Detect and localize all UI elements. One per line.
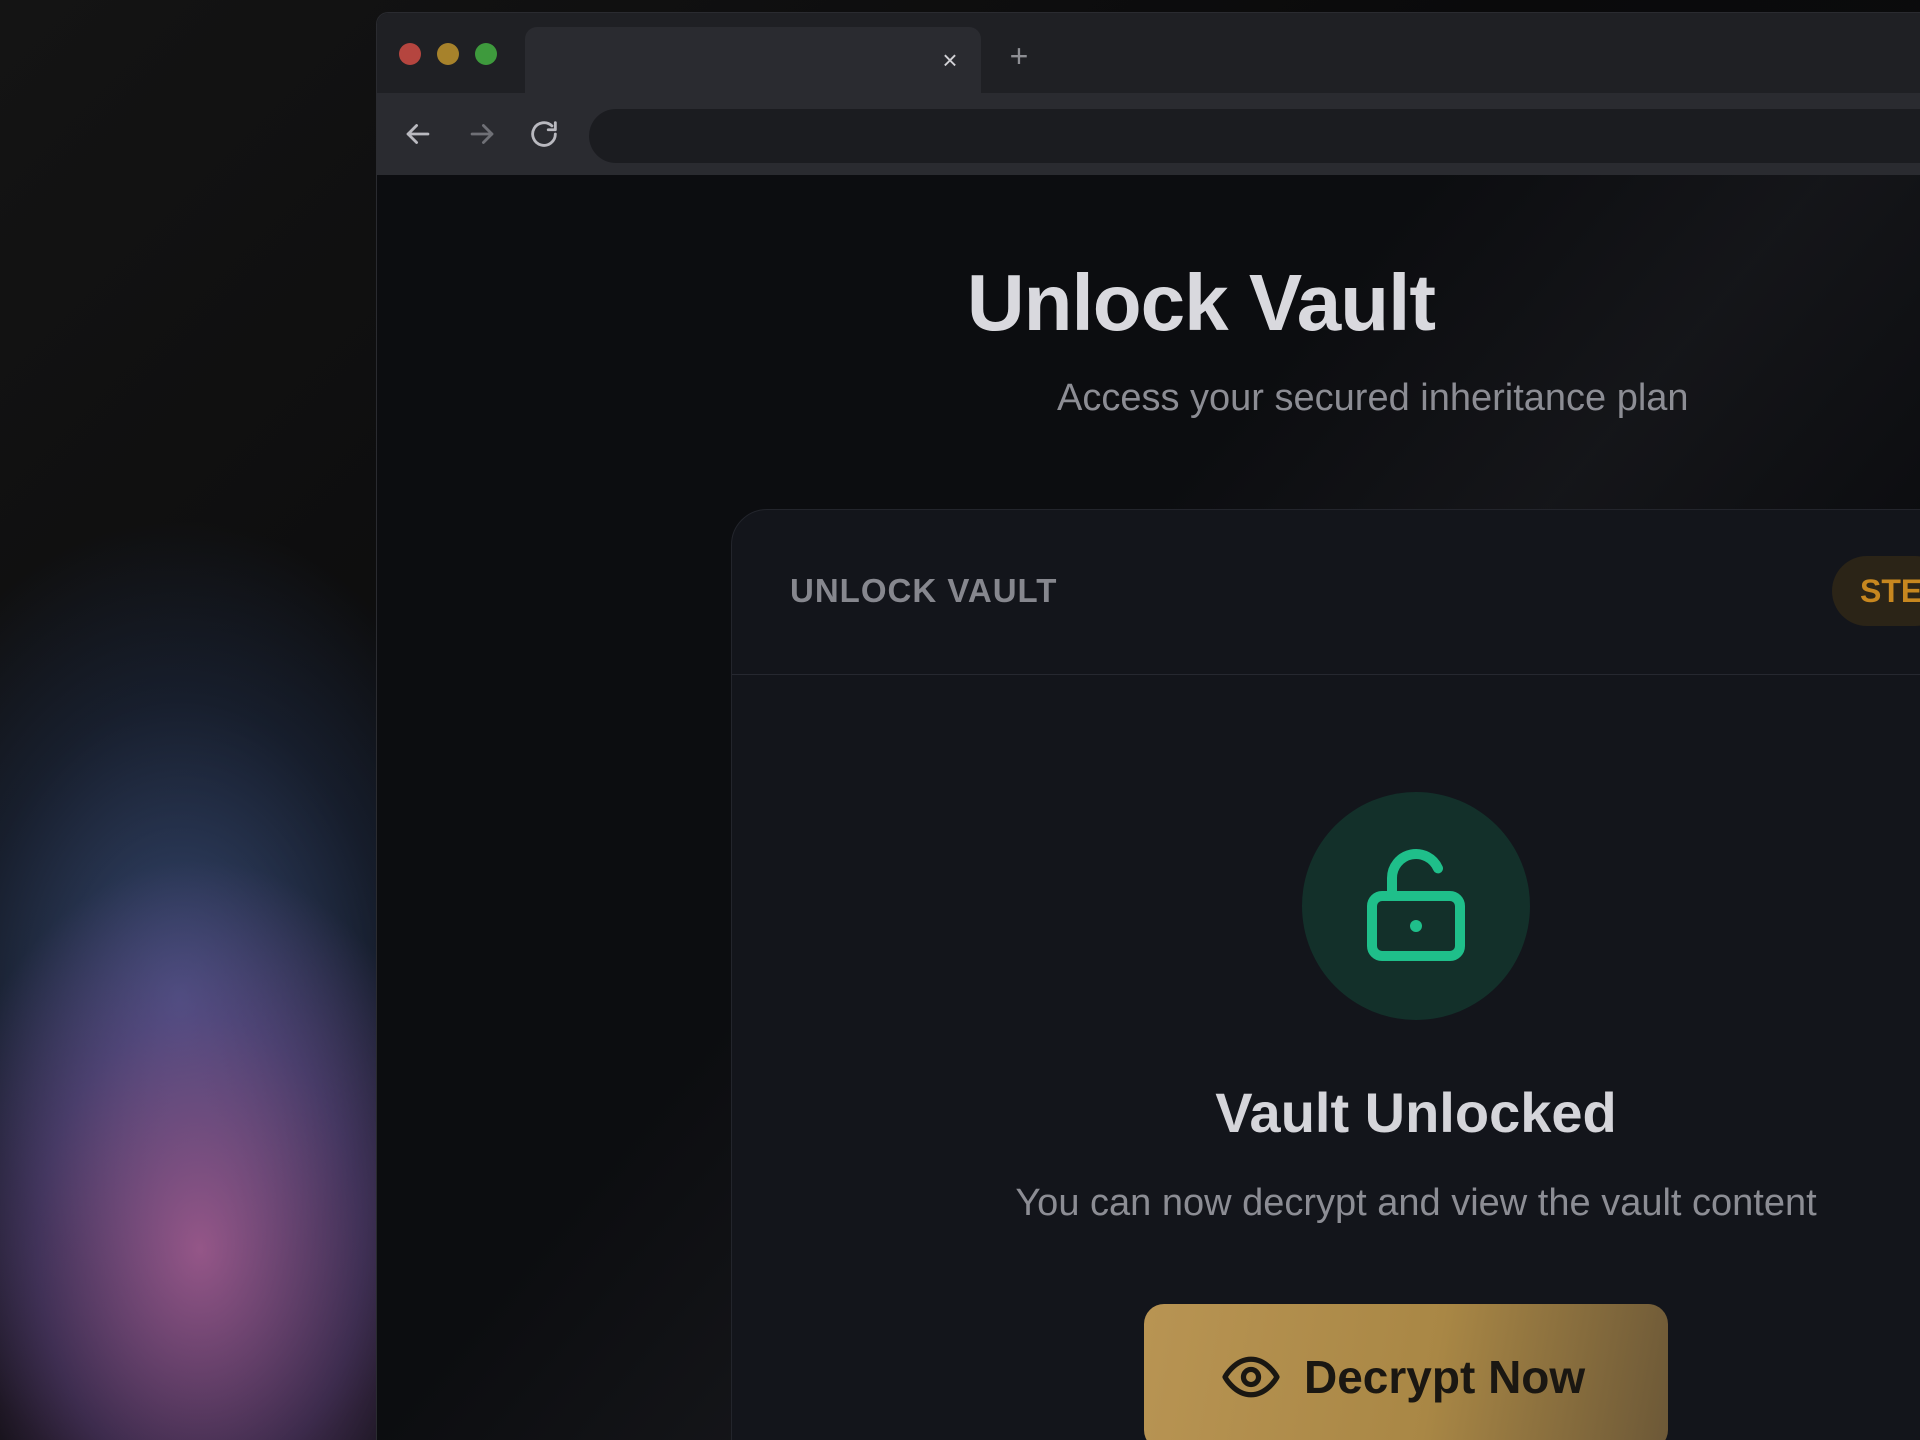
page-content: Unlock Vault Access your secured inherit… — [377, 175, 1920, 1440]
forward-button[interactable] — [465, 117, 499, 151]
back-button[interactable] — [401, 117, 435, 151]
close-icon[interactable]: × — [937, 47, 963, 73]
browser-toolbar — [377, 93, 1920, 176]
window-maximize-button[interactable] — [475, 43, 497, 65]
card-header: UNLOCK VAULT STE — [732, 510, 1920, 675]
arrow-left-icon — [406, 124, 430, 144]
decrypt-now-button[interactable]: Decrypt Now — [1144, 1304, 1668, 1440]
window-minimize-button[interactable] — [437, 43, 459, 65]
status-title: Vault Unlocked — [1215, 1081, 1617, 1144]
reload-icon — [531, 121, 557, 147]
browser-window: × + Unlock Vault Access your secured inh… — [376, 12, 1920, 1440]
new-tab-button[interactable]: + — [1005, 40, 1033, 72]
status-description: You can now decrypt and view the vault c… — [1015, 1182, 1817, 1224]
lock-status-circle — [1302, 792, 1530, 1020]
unlock-vault-card: UNLOCK VAULT STE Vault Unlocked You can … — [731, 509, 1920, 1440]
reload-button[interactable] — [527, 117, 561, 151]
step-badge: STE — [1832, 556, 1920, 626]
browser-tab[interactable]: × — [525, 27, 981, 93]
tab-bar: × + — [377, 13, 1920, 93]
decrypt-now-label: Decrypt Now — [1304, 1351, 1586, 1403]
page-title: Unlock Vault — [966, 258, 1436, 347]
eye-icon — [1222, 1356, 1280, 1398]
window-close-button[interactable] — [399, 43, 421, 65]
page-subtitle: Access your secured inheritance plan — [1057, 377, 1689, 419]
unlocked-padlock-icon — [1367, 849, 1465, 961]
card-header-title: UNLOCK VAULT — [790, 572, 1058, 609]
arrow-right-icon — [470, 124, 494, 144]
address-bar[interactable] — [589, 109, 1920, 163]
desktop-background: × + Unlock Vault Access your secured inh… — [0, 0, 1920, 1440]
